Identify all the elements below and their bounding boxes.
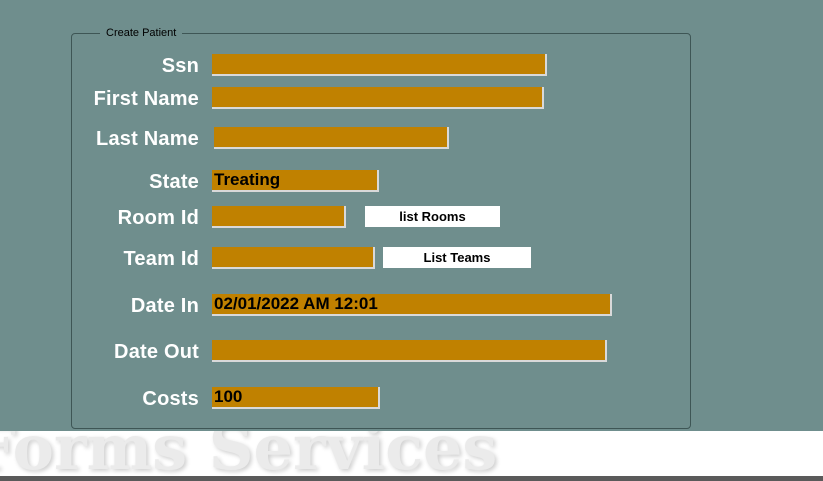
last-name-label: Last Name <box>96 128 199 150</box>
state-field[interactable]: Treating <box>212 170 379 192</box>
date-out-label: Date Out <box>114 341 199 363</box>
date-in-field[interactable]: 02/01/2022 AM 12:01 <box>212 294 612 316</box>
group-legend: Create Patient <box>100 27 183 40</box>
first-name-field[interactable] <box>212 87 544 109</box>
date-out-field[interactable] <box>212 340 607 362</box>
state-label: State <box>149 171 199 193</box>
forms-services-banner: Forms Services <box>0 431 823 476</box>
ssn-label: Ssn <box>161 55 199 77</box>
costs-label: Costs <box>142 388 199 410</box>
team-id-label: Team Id <box>123 248 199 270</box>
last-name-field[interactable] <box>214 127 449 149</box>
team-id-field[interactable] <box>212 247 375 269</box>
room-id-label: Room Id <box>117 207 199 229</box>
costs-field[interactable]: 100 <box>212 387 380 409</box>
form-area: Create Patient Ssn First Name Last Name … <box>0 0 823 431</box>
list-rooms-button[interactable]: list Rooms <box>365 206 500 227</box>
list-teams-button[interactable]: List Teams <box>383 247 531 268</box>
bottom-bar <box>0 476 823 481</box>
date-in-label: Date In <box>130 295 199 317</box>
room-id-field[interactable] <box>212 206 346 228</box>
ssn-field[interactable] <box>212 54 547 76</box>
banner-text: Forms Services <box>0 431 498 476</box>
first-name-label: First Name <box>93 88 199 110</box>
